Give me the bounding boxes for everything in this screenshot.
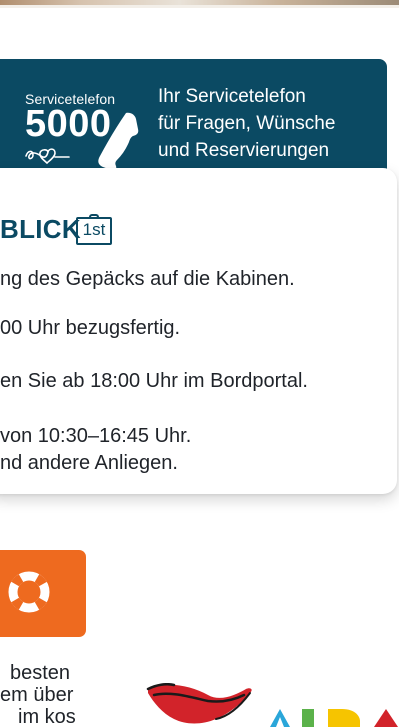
service-phone-logo: Servicetelefon 5000: [25, 89, 150, 171]
info-line-other: nd andere Anliegen.: [0, 452, 178, 474]
info-line-cabin-ready: 00 Uhr bezugsfertig.: [0, 317, 181, 339]
aida-logo: [146, 683, 398, 727]
help-tile-button[interactable]: [0, 550, 86, 637]
bottom-line-2: em über: [0, 684, 74, 706]
info-line-hours: von 10:30–16:45 Uhr.: [0, 425, 192, 447]
service-line-3: und Reservierungen: [158, 140, 330, 161]
info-line-bordportal: en Sie ab 18:00 Uhr im Bordportal.: [0, 370, 308, 392]
lifebuoy-icon: [8, 571, 50, 613]
heart-squiggle-icon: [25, 148, 70, 164]
bottom-line-3: im kos: [18, 706, 76, 728]
bottom-paragraph: besten em über im kos: [0, 662, 76, 728]
card-title: BLICK: [0, 214, 81, 244]
phone-handset-icon: [98, 112, 139, 171]
service-line-1: Ihr Servicetelefon: [158, 86, 306, 107]
bottom-line-1: besten: [10, 662, 71, 684]
info-line-luggage: ng des Gepäcks auf die Kabinen.: [0, 268, 295, 290]
header-photo: [0, 0, 399, 8]
service-line-2: für Fragen, Wünsche: [158, 113, 336, 134]
first-day-calendar-icon: 1st: [76, 214, 112, 245]
service-phone-description: Ihr Servicetelefon für Fragen, Wünsche u…: [158, 83, 335, 164]
badge-label: 1st: [82, 220, 106, 239]
